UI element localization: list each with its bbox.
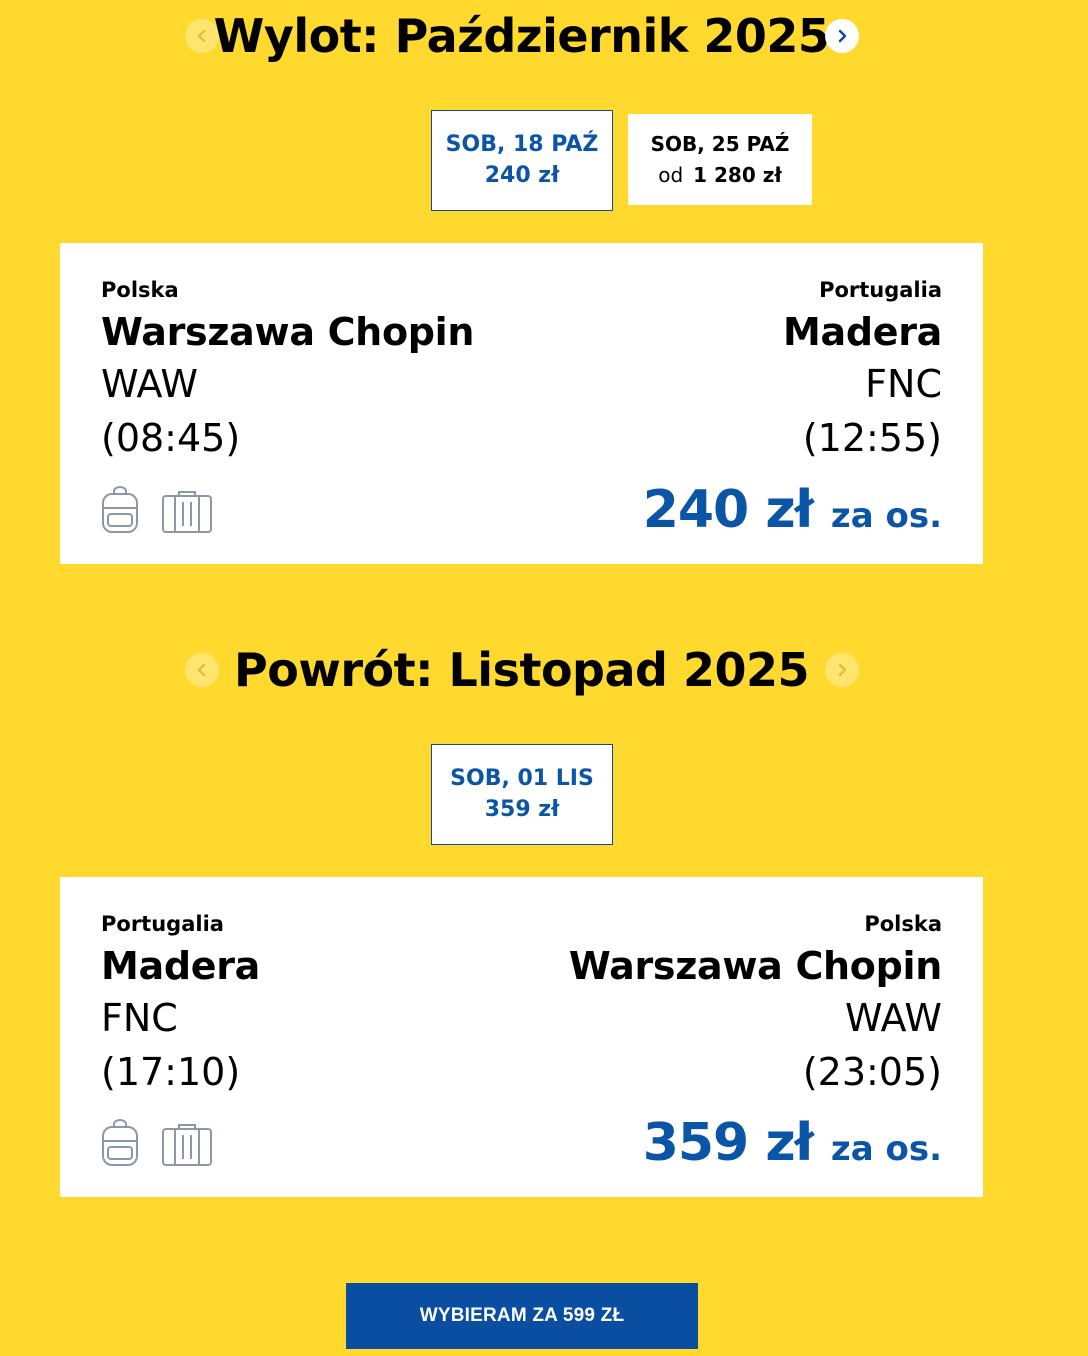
date-tab-day: SOB, 25 PAŹ	[650, 131, 790, 156]
date-tab-price: 1 280 zł	[693, 162, 782, 187]
flight-price: 359 zł	[642, 1113, 814, 1173]
return-date-tab-1[interactable]: SOB, 01 LIS 359 zł	[431, 744, 613, 845]
return-flight-card[interactable]: Portugalia Madera FNC (17:10) Polska War…	[60, 877, 983, 1197]
origin-country: Portugalia	[101, 912, 224, 936]
origin-code: WAW	[101, 362, 198, 406]
return-next-month-button[interactable]	[825, 653, 859, 687]
date-tab-price: 240 zł	[484, 162, 560, 188]
destination-code: FNC	[865, 362, 942, 406]
destination-info: Portugalia Madera FNC (12:55)	[783, 273, 942, 465]
outbound-title: Wylot: Październik 2025	[213, 9, 830, 63]
origin-city: Warszawa Chopin	[101, 310, 475, 354]
price-per-person: 240 zł za os.	[643, 480, 942, 540]
price-per-person: 359 zł za os.	[643, 1113, 942, 1173]
suitcase-icon	[162, 1124, 212, 1166]
departure-time: (17:10)	[101, 1050, 241, 1094]
origin-code: FNC	[101, 996, 178, 1040]
suitcase-icon	[162, 491, 212, 533]
origin-city: Madera	[101, 944, 261, 988]
destination-city: Warszawa Chopin	[568, 944, 942, 988]
chevron-right-icon	[838, 663, 847, 677]
date-tab-day: SOB, 18 PAŹ	[445, 131, 599, 157]
from-label: od	[658, 162, 684, 187]
outbound-date-tab-1[interactable]: SOB, 18 PAŹ 240 zł	[431, 110, 613, 211]
date-tab-price-row: od 1 280 zł	[658, 159, 782, 191]
backpack-icon	[102, 486, 138, 533]
return-header: Powrót: Listopad 2025	[0, 640, 1088, 700]
baggage-icons	[101, 486, 213, 534]
destination-country: Polska	[864, 912, 942, 936]
destination-info: Polska Warszawa Chopin WAW (23:05)	[569, 907, 942, 1099]
departure-time: (08:45)	[101, 416, 241, 460]
outbound-date-tab-2[interactable]: SOB, 25 PAŹ od 1 280 zł	[628, 114, 812, 205]
per-person-label: za os.	[830, 496, 942, 536]
date-tab-day: SOB, 01 LIS	[450, 765, 594, 791]
return-title: Powrót: Listopad 2025	[234, 643, 810, 697]
select-flights-button[interactable]: WYBIERAM ZA 599 ZŁ	[346, 1283, 698, 1349]
destination-code: WAW	[845, 996, 942, 1040]
chevron-right-icon	[838, 29, 847, 43]
origin-info: Polska Warszawa Chopin WAW (08:45)	[101, 273, 474, 465]
date-tab-price: 359 zł	[484, 796, 560, 822]
destination-city: Madera	[782, 310, 942, 354]
arrival-time: (12:55)	[802, 416, 942, 460]
outbound-flight-card[interactable]: Polska Warszawa Chopin WAW (08:45) Portu…	[60, 243, 983, 564]
outbound-header: Wylot: Październik 2025	[0, 6, 1088, 66]
origin-info: Portugalia Madera FNC (17:10)	[101, 907, 260, 1099]
flight-price: 240 zł	[642, 480, 814, 540]
per-person-label: za os.	[830, 1129, 942, 1169]
origin-country: Polska	[101, 278, 179, 302]
outbound-next-month-button[interactable]	[825, 19, 859, 53]
backpack-icon	[102, 1119, 138, 1166]
baggage-icons	[101, 1119, 213, 1167]
destination-country: Portugalia	[819, 278, 942, 302]
arrival-time: (23:05)	[802, 1050, 942, 1094]
